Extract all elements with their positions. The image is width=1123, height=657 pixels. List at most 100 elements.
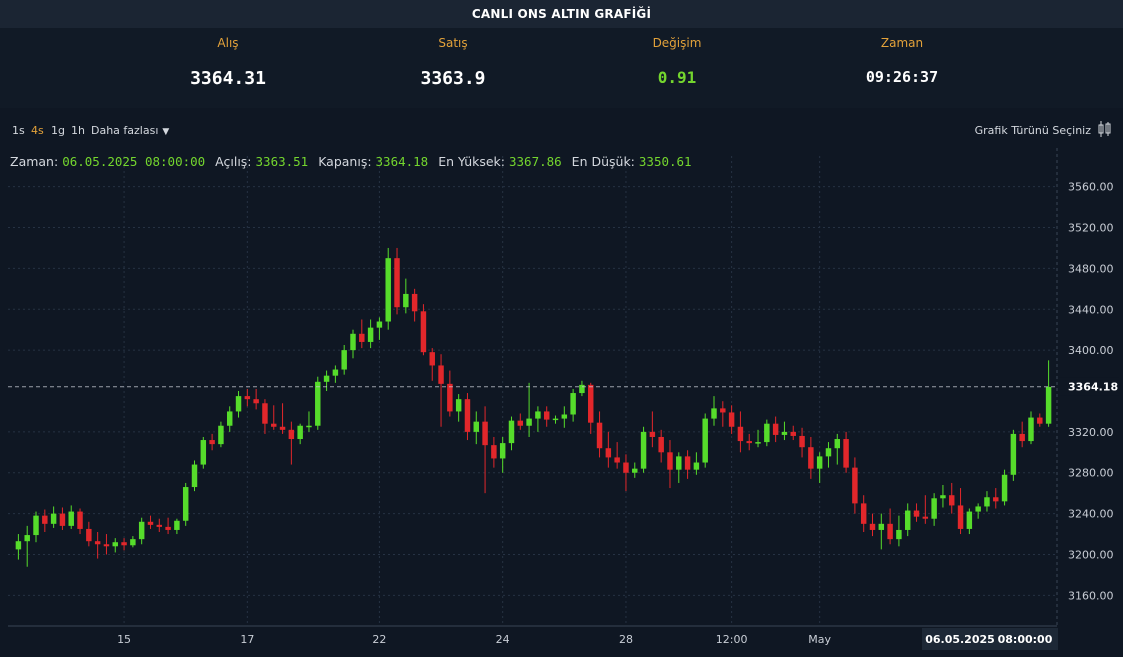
candle-body-down bbox=[614, 457, 620, 463]
candle-body-down bbox=[244, 396, 251, 400]
candle-body-down bbox=[588, 384, 594, 423]
y-tick-label: 3520.00 bbox=[1068, 222, 1114, 235]
candle-body-down bbox=[852, 467, 858, 504]
candle-body-up bbox=[24, 535, 30, 542]
candle-body-down bbox=[649, 431, 656, 437]
candle-body-up bbox=[226, 411, 233, 426]
candle-body-up bbox=[385, 258, 391, 322]
candle-body-up bbox=[323, 375, 330, 382]
candle-body-up bbox=[130, 539, 136, 546]
candle-body-up bbox=[182, 487, 189, 521]
candle-body-up bbox=[825, 448, 832, 457]
ohlc-high-label: En Yüksek: bbox=[438, 154, 506, 169]
ohlc-open-label: Açılış: bbox=[215, 154, 252, 169]
candle-body-up bbox=[966, 511, 973, 529]
last-price-label: 3364.18 bbox=[1068, 381, 1118, 394]
y-tick-label: 3560.00 bbox=[1068, 181, 1114, 194]
candle-body-down bbox=[860, 503, 867, 524]
change-value: 0.91 bbox=[657, 68, 697, 87]
x-tick-label: May bbox=[808, 633, 831, 646]
candle-body-up bbox=[781, 431, 788, 435]
candle-body-up bbox=[834, 439, 841, 449]
candle-body-up bbox=[975, 506, 981, 512]
candle-body-down bbox=[922, 516, 929, 519]
candle-body-up bbox=[473, 421, 479, 432]
candle-body-up bbox=[1045, 386, 1052, 424]
x-tick-label: 22 bbox=[372, 633, 386, 646]
x-tick-label: 12:00 bbox=[716, 633, 748, 646]
more-timeframes-button[interactable]: Daha fazlası ▼ bbox=[91, 124, 169, 137]
candle-body-down bbox=[772, 423, 779, 435]
candle-body-up bbox=[561, 414, 568, 419]
ohlc-open-value: 3363.51 bbox=[255, 154, 309, 169]
candle-body-up bbox=[367, 327, 374, 342]
candle-body-down bbox=[209, 440, 215, 445]
candle-body-down bbox=[288, 429, 295, 440]
candle-body-down bbox=[42, 515, 48, 524]
timeframe-1g[interactable]: 1g bbox=[51, 124, 65, 137]
candle-body-up bbox=[218, 425, 224, 445]
candle-body-down bbox=[420, 311, 427, 353]
candle-body-down bbox=[86, 528, 92, 542]
chevron-down-icon: ▼ bbox=[162, 127, 170, 137]
y-tick-label: 3240.00 bbox=[1068, 508, 1114, 521]
candle-body-down bbox=[165, 526, 171, 530]
change-label: Değişim bbox=[652, 36, 702, 50]
candle-body-down bbox=[262, 403, 268, 424]
candle-body-up bbox=[306, 425, 312, 428]
candle-body-up bbox=[455, 399, 462, 412]
candle-body-down bbox=[605, 448, 612, 458]
candle-body-down bbox=[121, 542, 127, 546]
candle-body-up bbox=[755, 442, 761, 444]
candle-body-down bbox=[746, 441, 752, 444]
candle-body-down bbox=[684, 456, 691, 470]
chart-toolbar: 1s 4s 1g 1h Daha fazlası ▼ Grafik Türünü … bbox=[0, 118, 1123, 142]
candle-body-down bbox=[667, 452, 673, 470]
candle-body-down bbox=[447, 383, 453, 412]
candle-body-up bbox=[1028, 417, 1034, 442]
candle-body-down bbox=[799, 435, 805, 448]
x-tick-label: 28 bbox=[619, 633, 633, 646]
candle-body-up bbox=[931, 498, 937, 519]
candle-body-down bbox=[623, 462, 629, 473]
candle-body-up bbox=[579, 384, 585, 394]
candle-body-up bbox=[33, 515, 39, 536]
candle-body-down bbox=[957, 505, 964, 529]
candle-body-up bbox=[711, 408, 717, 419]
candle-body-up bbox=[878, 523, 885, 530]
candle-body-up bbox=[816, 456, 823, 469]
candle-body-down bbox=[596, 422, 603, 449]
bid-value: 3364.31 bbox=[190, 68, 266, 89]
chart-type-button[interactable]: Grafik Türünü Seçiniz bbox=[975, 124, 1091, 137]
candle-body-up bbox=[552, 418, 559, 421]
candle-body-down bbox=[869, 523, 876, 530]
candle-body-up bbox=[332, 369, 339, 376]
candle-body-down bbox=[949, 495, 955, 506]
candle-body-up bbox=[764, 423, 770, 443]
y-tick-label: 3480.00 bbox=[1068, 262, 1114, 275]
y-tick-label: 3280.00 bbox=[1068, 467, 1114, 480]
candle-body-up bbox=[350, 333, 356, 351]
x-tick-label: 17 bbox=[240, 633, 254, 646]
candle-body-up bbox=[68, 511, 74, 526]
candle-body-up bbox=[896, 529, 902, 540]
candle-body-up bbox=[315, 381, 321, 426]
candle-body-down bbox=[543, 411, 550, 420]
candle-body-down bbox=[1037, 417, 1043, 424]
candle-body-up bbox=[376, 321, 383, 328]
timeframe-4s[interactable]: 4s bbox=[31, 124, 44, 137]
candle-body-down bbox=[728, 412, 735, 427]
candle-body-down bbox=[913, 510, 920, 517]
timeframe-1h[interactable]: 1h bbox=[71, 124, 85, 137]
candlestick-chart[interactable]: 3160.00 3200.00 3240.00 3280.00 3320.00 3400.… bbox=[0, 148, 1123, 657]
candle-body-down bbox=[808, 447, 814, 469]
candlestick-icon[interactable] bbox=[1097, 120, 1113, 138]
ohlc-high-value: 3367.86 bbox=[509, 154, 562, 169]
candle-body-up bbox=[570, 393, 576, 415]
candle-body-up bbox=[138, 521, 145, 540]
candle-body-up bbox=[297, 425, 303, 440]
candle-body-up bbox=[191, 464, 198, 488]
timeframe-1s[interactable]: 1s bbox=[12, 124, 25, 137]
candle-body-up bbox=[984, 497, 990, 507]
candle-body-down bbox=[737, 426, 744, 442]
